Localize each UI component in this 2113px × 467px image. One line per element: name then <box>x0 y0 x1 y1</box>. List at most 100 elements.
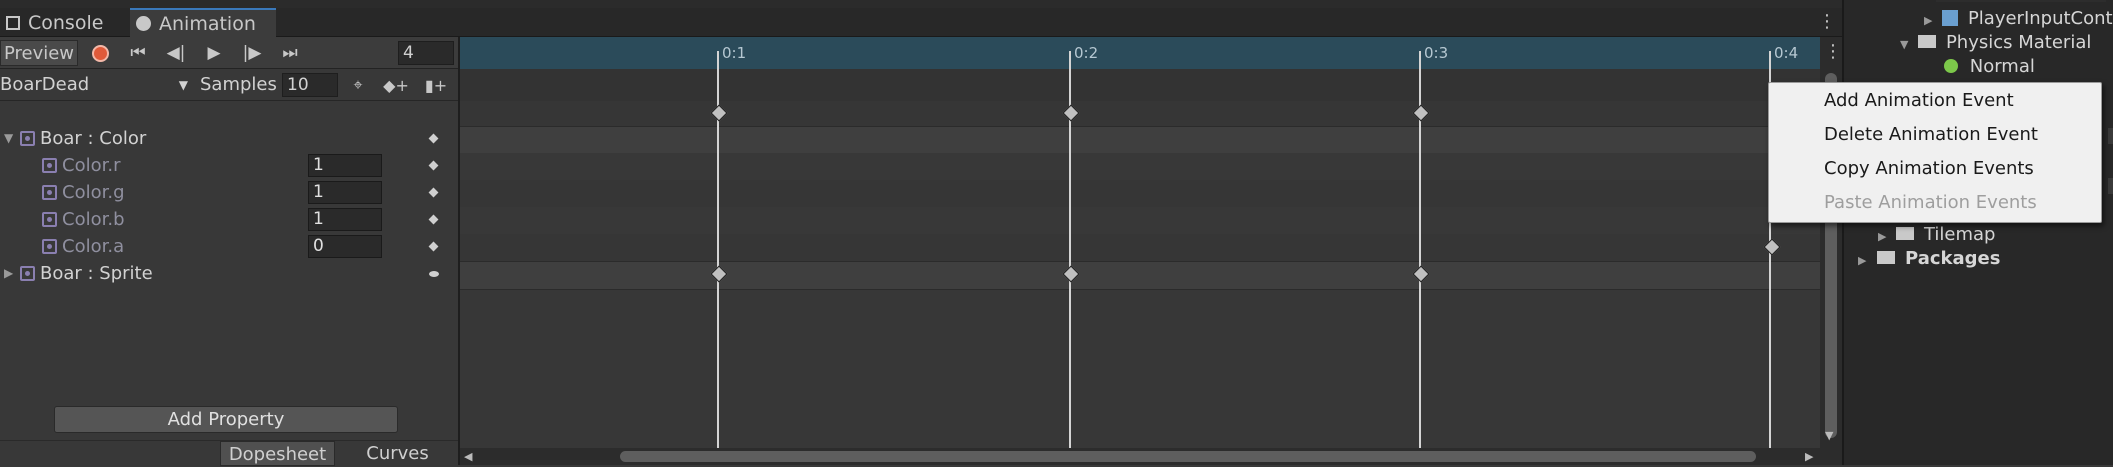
add-keyframe-icon: ◆+ <box>383 75 409 95</box>
add-keyframe-button[interactable]: ◆+ <box>380 72 412 98</box>
skip-to-end-icon: ⏭ <box>282 43 298 63</box>
prev-keyframe-button[interactable]: ◀︎| <box>158 40 194 66</box>
track-row[interactable] <box>460 126 1820 155</box>
property-icon <box>42 239 57 254</box>
event-row[interactable] <box>460 69 1820 102</box>
clip-dropdown-value: BoarDead <box>0 74 90 95</box>
frame-field[interactable]: 4 <box>398 41 454 65</box>
property-value-field[interactable]: 1 <box>308 181 382 204</box>
context-menu: Add Animation Event Delete Animation Eve… <box>1768 82 2102 223</box>
next-keyframe-button[interactable]: |▶ <box>234 40 270 66</box>
play-icon: ▶ <box>207 43 221 63</box>
property-icon <box>42 158 57 173</box>
menu-item-add-animation-event[interactable]: Add Animation Event <box>1769 84 2103 118</box>
record-icon <box>91 44 109 62</box>
window-top-strip <box>0 0 1842 8</box>
tree-item[interactable]: ▶ Tilemap <box>1878 223 1995 249</box>
tree-item[interactable]: ▶ PlayerInputContr <box>1924 7 2113 33</box>
expand-down-icon[interactable]: ▼ <box>1900 38 1908 51</box>
scroll-left-icon[interactable]: ◀ <box>464 448 472 465</box>
scroll-right-icon[interactable]: ▶ <box>1805 448 1813 465</box>
expand-right-icon[interactable]: ▶ <box>4 260 13 287</box>
tree-item[interactable]: Normal <box>1944 55 2035 79</box>
folder-icon <box>1896 227 1915 240</box>
expand-right-icon[interactable]: ▶ <box>1858 254 1866 267</box>
clip-dropdown[interactable]: BoarDead ▼ <box>0 72 192 98</box>
dopesheet-timeline[interactable]: 0:1 0:2 0:3 0:4 ◀ ▶ <box>460 37 1820 465</box>
play-button[interactable]: ▶ <box>196 40 232 66</box>
tab-dopesheet[interactable]: Dopesheet <box>220 441 335 466</box>
physics-material-icon <box>1944 59 1958 73</box>
time-tick: 0:2 <box>1074 44 1099 62</box>
tab-curves[interactable]: Curves <box>340 441 455 466</box>
window-menu-icon[interactable]: ⋮ <box>1818 13 1836 31</box>
property-row[interactable]: ▼ Boar : Color <box>0 125 458 152</box>
property-icon <box>42 212 57 227</box>
tree-item-label: Tilemap <box>1923 224 1996 245</box>
property-label: Color.r <box>62 155 121 176</box>
horizontal-scrollbar[interactable]: ◀ ▶ <box>460 448 1820 465</box>
time-tick: 0:3 <box>1424 44 1449 62</box>
keyframe-oval-icon[interactable] <box>429 271 439 277</box>
snap-crosshair-button[interactable]: ⌖ <box>342 72 374 98</box>
console-icon <box>6 15 20 30</box>
property-row[interactable]: Color.b 1 <box>0 206 458 233</box>
tab-console-label: Console <box>28 11 104 34</box>
hidden-item-fragment <box>2108 178 2113 194</box>
step-back-icon: ◀︎| <box>166 43 186 63</box>
timeline-options-icon[interactable]: ⋮ <box>1824 43 1842 61</box>
expand-right-icon[interactable]: ▶ <box>1878 230 1886 243</box>
samples-label: Samples <box>200 74 277 95</box>
samples-field[interactable]: 10 <box>282 73 338 97</box>
menu-item-delete-animation-event[interactable]: Delete Animation Event <box>1769 118 2103 152</box>
property-label: Boar : Color <box>40 128 147 149</box>
track-row[interactable] <box>460 261 1820 290</box>
tab-console[interactable]: Console <box>0 8 128 37</box>
record-button[interactable] <box>84 40 116 66</box>
preview-button[interactable]: Preview <box>0 40 78 66</box>
property-icon <box>42 185 57 200</box>
track-row[interactable] <box>460 180 1820 207</box>
property-value-field[interactable]: 1 <box>308 208 382 231</box>
tree-item[interactable]: ▼ Physics Material <box>1900 31 2091 57</box>
first-keyframe-button[interactable]: ⏮ <box>120 40 156 66</box>
track-row[interactable] <box>460 234 1820 261</box>
project-panel: ▶ PlayerInputContr ▼ Physics Material No… <box>1842 0 2113 465</box>
property-label: Color.g <box>62 182 125 203</box>
property-row[interactable]: ▶ Boar : Sprite <box>0 260 458 287</box>
last-keyframe-button[interactable]: ⏭ <box>272 40 308 66</box>
skip-to-start-icon: ⏮ <box>130 43 146 63</box>
tree-item-label: Normal <box>1969 56 2035 77</box>
animation-toolbar: Preview ⏮ ◀︎| ▶ |▶ ⏭ 4 <box>0 37 458 69</box>
menu-item-copy-animation-events[interactable]: Copy Animation Events <box>1769 152 2103 186</box>
clip-row: BoarDead ▼ Samples 10 ⌖ ◆+ ▮+ <box>0 69 458 101</box>
property-row[interactable]: Color.r 1 <box>0 152 458 179</box>
time-tick: 0:4 <box>1774 44 1799 62</box>
keyframe-diamond-icon[interactable] <box>428 187 439 198</box>
track-row[interactable] <box>460 207 1820 234</box>
property-row[interactable]: Color.g 1 <box>0 179 458 206</box>
keyframe-diamond-icon[interactable] <box>428 241 439 252</box>
tree-item-label: Packages <box>1905 248 2001 269</box>
time-tick: 0:1 <box>722 44 747 62</box>
tree-item-label: Physics Material <box>1945 32 2092 53</box>
keyframe-diamond-icon[interactable] <box>428 160 439 171</box>
add-event-button[interactable]: ▮+ <box>420 72 452 98</box>
add-property-button[interactable]: Add Property <box>54 406 398 433</box>
property-value-field[interactable]: 0 <box>308 235 382 258</box>
top-item-fragment <box>1936 0 2106 2</box>
time-ruler[interactable]: 0:1 0:2 0:3 0:4 <box>460 37 1820 70</box>
tree-item[interactable]: ▶ Packages <box>1858 247 2000 273</box>
tab-animation[interactable]: Animation <box>130 8 276 37</box>
property-value-field[interactable]: 1 <box>308 154 382 177</box>
horizontal-scroll-thumb[interactable] <box>620 451 1756 462</box>
expand-down-icon[interactable]: ▼ <box>4 125 13 152</box>
expand-right-icon[interactable]: ▶ <box>1924 14 1932 27</box>
scroll-down-icon[interactable]: ▼ <box>1825 429 1833 442</box>
track-row[interactable] <box>460 153 1820 180</box>
keyframe-diamond-icon[interactable] <box>428 133 439 144</box>
keyframe-diamond-icon[interactable] <box>428 214 439 225</box>
property-row[interactable]: Color.a 0 <box>0 233 458 260</box>
view-mode-tabs: Dopesheet Curves <box>0 440 458 466</box>
property-label: Color.b <box>62 209 125 230</box>
